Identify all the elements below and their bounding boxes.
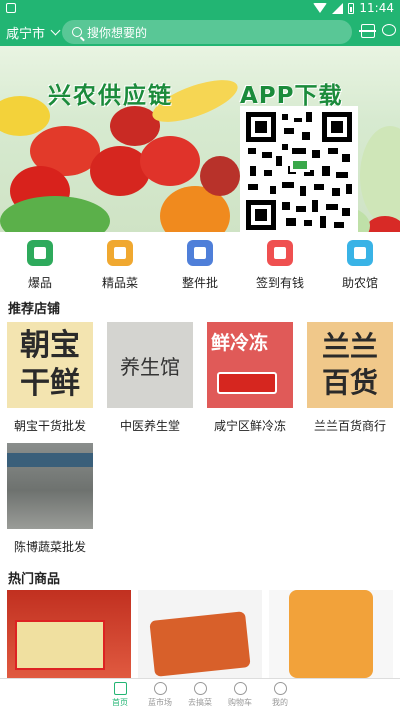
category-farm-aid[interactable]: 助农馆 bbox=[320, 236, 400, 292]
tab-label: 首页 bbox=[112, 698, 128, 707]
category-wholesale[interactable]: 整件批 bbox=[160, 236, 240, 292]
product-card[interactable] bbox=[138, 590, 262, 678]
status-bar: 11:44 bbox=[0, 0, 400, 18]
tab-buy-veg[interactable]: 去搞菜 bbox=[180, 679, 220, 710]
shop-image: 朝宝 干鲜 bbox=[7, 322, 93, 408]
category-label: 精品菜 bbox=[101, 276, 138, 290]
shop-image: 鲜冷冻 bbox=[207, 322, 293, 408]
compass-icon bbox=[153, 682, 167, 695]
tab-label: 购物车 bbox=[228, 698, 252, 707]
veg-icon bbox=[193, 682, 207, 695]
shop-logo bbox=[217, 372, 277, 394]
shop-name: 中医养生堂 bbox=[119, 419, 180, 433]
search-icon bbox=[72, 27, 82, 37]
wifi-icon bbox=[313, 3, 328, 13]
scan-icon[interactable] bbox=[359, 24, 376, 38]
search-input[interactable]: 搜你想要的 bbox=[62, 20, 352, 44]
shop-name: 咸宁区鲜冷冻 bbox=[213, 419, 286, 433]
category-label: 整件批 bbox=[181, 276, 218, 290]
tomato-image bbox=[365, 216, 400, 232]
bottom-tab-bar: 首页 蓝市场 去搞菜 购物车 我的 bbox=[0, 678, 400, 710]
product-image bbox=[149, 611, 251, 677]
product-image bbox=[15, 620, 105, 670]
city-selector[interactable]: 咸宁市 bbox=[6, 23, 61, 42]
tab-market[interactable]: 蓝市场 bbox=[140, 679, 180, 710]
product-image bbox=[289, 590, 373, 678]
shop-card[interactable]: 兰兰 百货 兰兰百货商行 bbox=[307, 322, 393, 434]
home-icon bbox=[113, 682, 127, 695]
tab-label: 蓝市场 bbox=[148, 698, 172, 707]
product-card[interactable] bbox=[7, 590, 131, 678]
promo-banner[interactable]: 兴农供应链 APP下载 bbox=[0, 46, 400, 232]
shop-card[interactable]: 养生馆 中医养生堂 bbox=[107, 322, 193, 434]
battery-icon bbox=[348, 2, 355, 14]
shop-sign: 鲜冷冻 bbox=[211, 332, 269, 354]
signal-icon bbox=[332, 2, 344, 14]
product-card[interactable] bbox=[269, 590, 393, 678]
shop-name: 朝宝干货批发 bbox=[13, 419, 86, 433]
cabbage-image bbox=[360, 126, 400, 226]
shop-card[interactable]: 朝宝 干鲜 朝宝干货批发 bbox=[7, 322, 93, 434]
top-bar: 咸宁市 搜你想要的 bbox=[0, 18, 400, 46]
crown-icon bbox=[107, 240, 133, 266]
shop-image: 养生馆 bbox=[107, 322, 193, 408]
category-label: 爆品 bbox=[27, 276, 52, 290]
recommended-shops-title: 推荐店铺 bbox=[8, 302, 61, 317]
tomato-image bbox=[140, 136, 200, 186]
user-icon bbox=[273, 682, 287, 695]
shop-name: 陈博蔬菜批发 bbox=[13, 540, 86, 554]
shop-card[interactable]: 鲜冷冻 咸宁区鲜冷冻 bbox=[207, 322, 293, 434]
category-label: 助农馆 bbox=[341, 276, 378, 290]
tab-mine[interactable]: 我的 bbox=[260, 679, 300, 710]
category-label: 签到有钱 bbox=[255, 276, 304, 290]
shop-sign: 兰兰 百货 bbox=[321, 330, 378, 399]
shop-name: 兰兰百货商行 bbox=[313, 419, 386, 433]
cart-icon bbox=[233, 682, 247, 695]
calendar-icon bbox=[267, 240, 293, 266]
search-placeholder: 搜你想要的 bbox=[87, 25, 148, 40]
box-icon bbox=[187, 240, 213, 266]
tab-label: 我的 bbox=[272, 698, 288, 707]
shop-sign: 养生馆 bbox=[120, 354, 180, 379]
category-hot-items[interactable]: 爆品 bbox=[0, 236, 80, 292]
chevron-down-icon bbox=[50, 25, 61, 36]
tab-label: 去搞菜 bbox=[188, 698, 212, 707]
tomato-image bbox=[200, 156, 240, 196]
store-icon bbox=[347, 240, 373, 266]
banner-app-text: APP下载 bbox=[240, 83, 343, 109]
notification-icon bbox=[6, 3, 16, 13]
shop-image: 兰兰 百货 bbox=[307, 322, 393, 408]
category-premium-veg[interactable]: 精品菜 bbox=[80, 236, 160, 292]
pepper-image bbox=[0, 96, 50, 136]
shop-sign: 朝宝 干鲜 bbox=[20, 328, 80, 401]
puzzle-icon bbox=[27, 240, 53, 266]
hot-products-title: 热门商品 bbox=[8, 572, 61, 587]
qr-code-image bbox=[240, 106, 358, 232]
shop-sign bbox=[7, 453, 93, 467]
shop-card[interactable]: 陈博蔬菜批发 bbox=[7, 443, 93, 555]
city-label: 咸宁市 bbox=[6, 27, 46, 42]
category-check-in[interactable]: 签到有钱 bbox=[240, 236, 320, 292]
banner-title: 兴农供应链 bbox=[48, 83, 173, 109]
tab-home[interactable]: 首页 bbox=[100, 679, 140, 710]
message-icon[interactable] bbox=[382, 24, 396, 36]
tab-cart[interactable]: 购物车 bbox=[220, 679, 260, 710]
status-time: 11:44 bbox=[359, 1, 394, 15]
category-nav: 爆品 精品菜 整件批 签到有钱 助农馆 bbox=[0, 236, 400, 292]
shop-image bbox=[7, 443, 93, 529]
